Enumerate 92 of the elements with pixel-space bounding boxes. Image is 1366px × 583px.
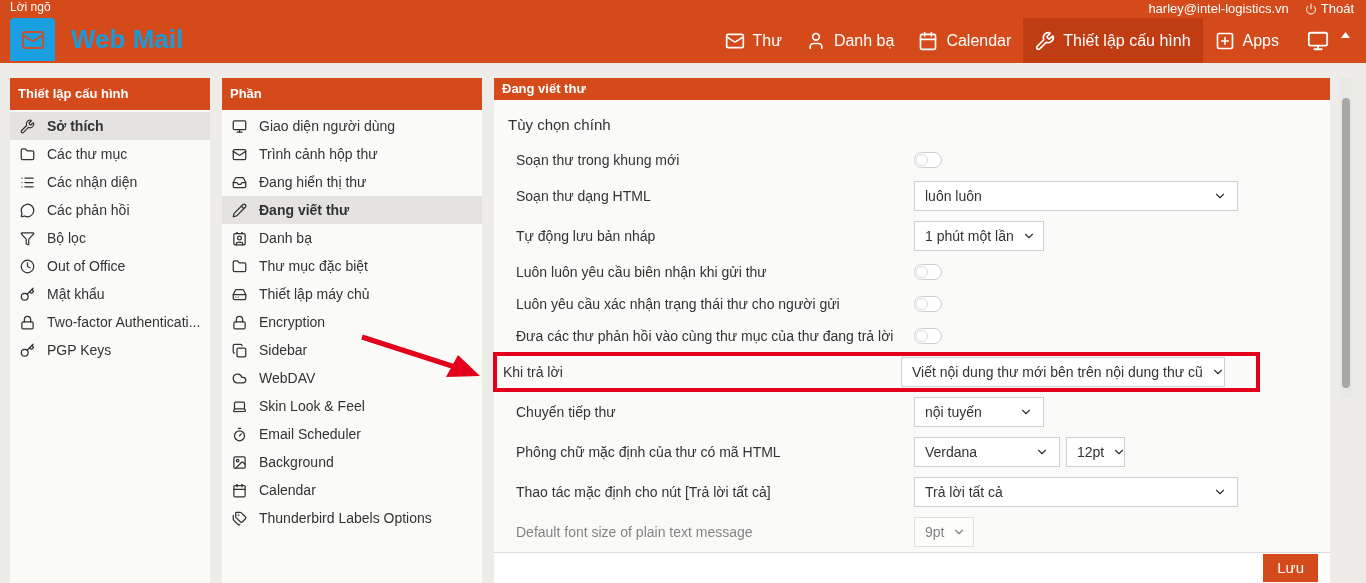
tags-icon <box>232 510 247 526</box>
stopwatch-icon <box>232 426 247 442</box>
setting-label: Thao tác mặc định cho nút [Trả lời tất cả] <box>516 482 772 502</box>
menu-item[interactable]: Các nhận diện <box>10 168 148 196</box>
setting-label: Đưa các thư phản hồi vào cùng thư mục của thư đang trả lời <box>516 326 895 346</box>
nav-tab[interactable]: Danh bạ <box>793 18 907 63</box>
panel-header: Thiết lập cấu hình <box>10 78 210 110</box>
menu-item[interactable]: Thunderbird Labels Options <box>222 504 442 532</box>
speech-bubble-icon <box>20 202 35 218</box>
envelope-icon <box>232 146 247 162</box>
tagline: Lời ngõ <box>10 0 52 16</box>
menu-item[interactable]: Thư mục đặc biệt <box>222 252 378 280</box>
dropdown[interactable]: 12pt <box>1066 437 1125 468</box>
setting-label: Khi trả lời <box>502 362 564 382</box>
menu-item[interactable]: Danh bạ <box>222 224 322 252</box>
nav-tab[interactable]: Thiết lập cấu hình <box>1023 18 1203 63</box>
toggle-switch[interactable] <box>914 264 942 281</box>
logout-link[interactable]: Thoát <box>1304 0 1354 19</box>
group-title: Tùy chọn chính <box>507 114 612 135</box>
power-icon <box>1304 3 1317 15</box>
setting-label: Tự động lưu bản nháp <box>516 226 657 246</box>
toggle-switch[interactable] <box>914 328 942 345</box>
key-icon <box>20 286 35 302</box>
dropdown[interactable]: 9pt <box>914 517 974 548</box>
menu-item[interactable]: PGP Keys <box>10 336 122 364</box>
filter-icon <box>20 230 35 246</box>
wrench-icon <box>20 118 35 134</box>
dropdown[interactable]: Verdana <box>914 437 1060 468</box>
dropdown[interactable]: nội tuyến <box>914 397 1044 428</box>
panel-header: Đang viết thư <box>494 78 1330 100</box>
folder-icon <box>20 146 35 162</box>
setting-label: Phông chữ mặc định của thư có mã HTML <box>516 442 782 462</box>
menu-item[interactable]: Background <box>222 448 344 476</box>
menu-item[interactable]: Trình cảnh hộp thư <box>222 140 388 168</box>
menu-item[interactable]: Skin Look & Feel <box>222 392 375 420</box>
lock-icon <box>232 314 247 330</box>
setting-label: Chuyển tiếp thư <box>516 402 617 422</box>
menu-item[interactable]: Two-factor Authenticati... <box>10 308 211 336</box>
menu-item[interactable]: Sidebar <box>222 336 318 364</box>
key-icon <box>20 342 35 358</box>
menu-item[interactable]: Giao diện người dùng <box>222 112 406 140</box>
laptop-icon <box>232 398 247 414</box>
panel-header: Phần <box>222 78 482 110</box>
pencil-icon <box>232 202 247 218</box>
menu-item[interactable]: WebDAV <box>222 364 326 392</box>
caret-up-icon[interactable] <box>1341 31 1350 38</box>
wrench-icon <box>1035 30 1056 51</box>
menu-item[interactable]: Đang hiển thị thư <box>222 168 377 196</box>
menu-item[interactable]: Calendar <box>222 476 326 504</box>
menu-item[interactable]: Bộ lọc <box>10 224 96 252</box>
save-button[interactable]: Lưu <box>1263 554 1318 583</box>
dropdown[interactable]: Trả lời tất cả <box>914 477 1238 508</box>
dropdown[interactable]: 1 phút một lần <box>914 221 1044 252</box>
menu-item[interactable]: Encryption <box>222 308 336 336</box>
menu-item[interactable]: Các thư mục <box>10 140 138 168</box>
setting-label: Soạn thư trong khung mới <box>516 150 681 170</box>
folder-icon <box>232 258 247 274</box>
clock-icon <box>20 258 35 274</box>
image-icon <box>232 454 247 470</box>
setting-label: Luôn yêu cầu xác nhận trạng thái thư cho người gửi <box>516 294 841 314</box>
menu-item[interactable]: Đang viết thư <box>222 196 482 224</box>
dropdown[interactable]: luôn luôn <box>914 181 1238 212</box>
contact-card-icon <box>232 230 247 246</box>
monitor-icon <box>232 118 247 134</box>
menu-item[interactable]: Out of Office <box>10 252 136 280</box>
menu-item[interactable]: Các phản hồi <box>10 196 140 224</box>
dropdown[interactable]: Viết nội dung thư mới bên trên nội dung thư cũ <box>901 357 1225 388</box>
setting-label: Default font size of plain text message <box>516 522 754 542</box>
setting-label: Soạn thư dạng HTML <box>516 186 652 206</box>
setting-label: Luôn luôn yêu cầu biên nhận khi gửi thư <box>516 262 768 282</box>
monitor-icon[interactable] <box>1307 29 1329 52</box>
logo-text: Web Mail <box>71 23 184 56</box>
logo-icon <box>10 18 55 61</box>
menu-item[interactable]: Email Scheduler <box>222 420 371 448</box>
inbox-icon <box>232 174 247 190</box>
calendar-icon <box>232 482 247 498</box>
copy-icon <box>232 342 247 358</box>
plus-square-icon <box>1214 30 1235 51</box>
drive-icon <box>232 286 247 302</box>
menu-item[interactable]: Sở thích <box>10 112 210 140</box>
lock-icon <box>20 314 35 330</box>
nav-tab[interactable]: Calendar <box>906 18 1024 63</box>
nav-tab[interactable]: Thư <box>712 18 794 63</box>
menu-item[interactable]: Thiết lập máy chủ <box>222 280 380 308</box>
nav-tab[interactable]: Apps <box>1202 18 1291 63</box>
calendar-icon <box>918 30 939 51</box>
menu-item[interactable]: Mật khẩu <box>10 280 115 308</box>
toggle-switch[interactable] <box>914 296 942 313</box>
list-icon <box>20 174 35 190</box>
user-email: harley@intel-logistics.vn <box>1148 0 1289 19</box>
cloud-icon <box>232 370 247 386</box>
toggle-switch[interactable] <box>914 152 942 169</box>
